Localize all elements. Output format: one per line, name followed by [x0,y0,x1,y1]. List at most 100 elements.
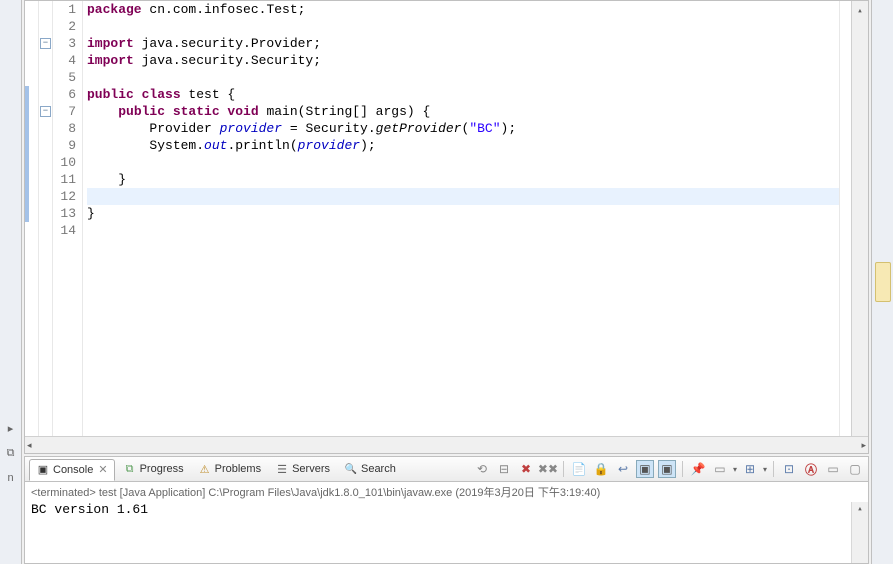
overview-ruler [839,1,851,436]
line-number: 8 [53,120,76,137]
remove-launch-button[interactable]: ⊟ [495,460,513,478]
separator [773,461,774,477]
code-line[interactable] [87,18,839,35]
display-button[interactable]: ▭ [711,460,729,478]
fold-toggle[interactable]: − [40,38,51,49]
scroll-right-icon[interactable]: ▸ [861,440,866,451]
line-number: 4 [53,52,76,69]
dropdown-icon[interactable]: ▾ [763,465,767,474]
remove-all-button[interactable]: ✖ [517,460,535,478]
code-line[interactable]: public static void main(String[] args) { [87,103,839,120]
separator [682,461,683,477]
tab-label: Problems [215,463,261,475]
line-number-ruler: 1234567891011121314 [53,1,83,436]
change-marker [25,205,29,222]
tab-progress[interactable]: ⧉ Progress [117,459,190,479]
editor-horizontal-scrollbar[interactable]: ◂ ▸ [25,436,868,453]
line-number: 11 [53,171,76,188]
line-number: 3 [53,35,76,52]
tab-search[interactable]: 🔍 Search [338,459,402,479]
change-marker [25,103,29,120]
line-number: 6 [53,86,76,103]
clear-button[interactable]: 📄 [570,460,588,478]
word-wrap-button[interactable]: ↩ [614,460,632,478]
minimized-view-handle[interactable] [875,262,891,302]
line-number: 13 [53,205,76,222]
relaunch-button[interactable]: ⟲ [473,460,491,478]
problems-icon: ⚠ [198,462,212,476]
show-console2-button[interactable]: ▣ [658,460,676,478]
annotations-button[interactable]: Ⓐ [802,460,820,478]
folding-ruler[interactable]: −− [39,1,53,436]
change-marker [25,137,29,154]
line-number: 2 [53,18,76,35]
tab-label: Progress [140,463,184,475]
search-icon: 🔍 [344,462,358,476]
open-console-button[interactable]: ⊞ [741,460,759,478]
code-line[interactable]: public class test { [87,86,839,103]
code-line[interactable]: } [87,205,839,222]
line-number: 5 [53,69,76,86]
restore-icon[interactable]: ⧉ [7,447,15,460]
console-icon: ▣ [36,463,50,477]
tab-label: Console [53,464,93,476]
line-number: 10 [53,154,76,171]
console-vertical-scrollbar[interactable]: ▴ [851,502,868,563]
fold-toggle[interactable]: − [40,106,51,117]
code-line[interactable]: System.out.println(provider); [87,137,839,154]
pin-button[interactable]: 📌 [689,460,707,478]
line-number: 7 [53,103,76,120]
code-line[interactable] [87,222,839,239]
console-toolbar: ⟲ ⊟ ✖ ✖✖ 📄 🔒 ↩ ▣ ▣ 📌 ▭ ▾ ⊞ ▾ [473,460,864,478]
separator [563,461,564,477]
code-text-area[interactable]: package cn.com.infosec.Test; import java… [83,1,839,436]
console-output-text: BC version 1.61 [31,502,148,517]
marker-ruler [25,1,39,436]
tab-servers[interactable]: ☰ Servers [269,459,336,479]
console-output[interactable]: BC version 1.61 ▴ [25,502,868,563]
close-icon[interactable]: ✕ [98,463,107,476]
maximize-button[interactable]: ▢ [846,460,864,478]
code-line[interactable] [87,69,839,86]
change-marker [25,120,29,137]
scroll-left-icon[interactable]: ◂ [27,440,32,451]
code-line[interactable]: Provider provider = Security.getProvider… [87,120,839,137]
change-marker [25,86,29,103]
servers-icon: ☰ [275,462,289,476]
minimize-icon[interactable]: ▸ [8,422,14,435]
line-number: 9 [53,137,76,154]
show-console1-button[interactable]: ▣ [636,460,654,478]
change-marker [25,154,29,171]
minimize-button[interactable]: ▭ [824,460,842,478]
code-line[interactable]: import java.security.Provider; [87,35,839,52]
dropdown-icon[interactable]: ▾ [733,465,737,474]
marker-icon: n [7,472,13,484]
tab-label: Search [361,463,396,475]
view-tab-bar: ▣ Console ✕ ⧉ Progress ⚠ Problems ☰ Serv… [25,457,868,482]
line-number: 12 [53,188,76,205]
code-line[interactable]: package cn.com.infosec.Test; [87,1,839,18]
scroll-up-icon[interactable]: ▴ [857,504,862,514]
code-line[interactable]: import java.security.Security; [87,52,839,69]
change-marker [25,188,29,205]
code-line[interactable] [87,154,839,171]
scroll-lock-button[interactable]: 🔒 [592,460,610,478]
code-line[interactable] [87,188,839,205]
right-trim [871,0,893,564]
options-button[interactable]: ⊡ [780,460,798,478]
line-number: 1 [53,1,76,18]
scroll-up-icon[interactable]: ▴ [857,3,862,20]
tab-label: Servers [292,463,330,475]
remove-all2-button[interactable]: ✖✖ [539,460,557,478]
code-editor[interactable]: −− 1234567891011121314 package cn.com.in… [24,0,869,454]
code-line[interactable]: } [87,171,839,188]
editor-vertical-scrollbar[interactable]: ▴ [851,1,868,436]
console-process-header: <terminated> test [Java Application] C:\… [25,482,868,502]
tab-console[interactable]: ▣ Console ✕ [29,459,115,481]
change-marker [25,171,29,188]
progress-icon: ⧉ [123,462,137,476]
left-trim: ▸ ⧉ n [0,0,22,564]
line-number: 14 [53,222,76,239]
console-view: ▣ Console ✕ ⧉ Progress ⚠ Problems ☰ Serv… [24,456,869,564]
tab-problems[interactable]: ⚠ Problems [192,459,267,479]
